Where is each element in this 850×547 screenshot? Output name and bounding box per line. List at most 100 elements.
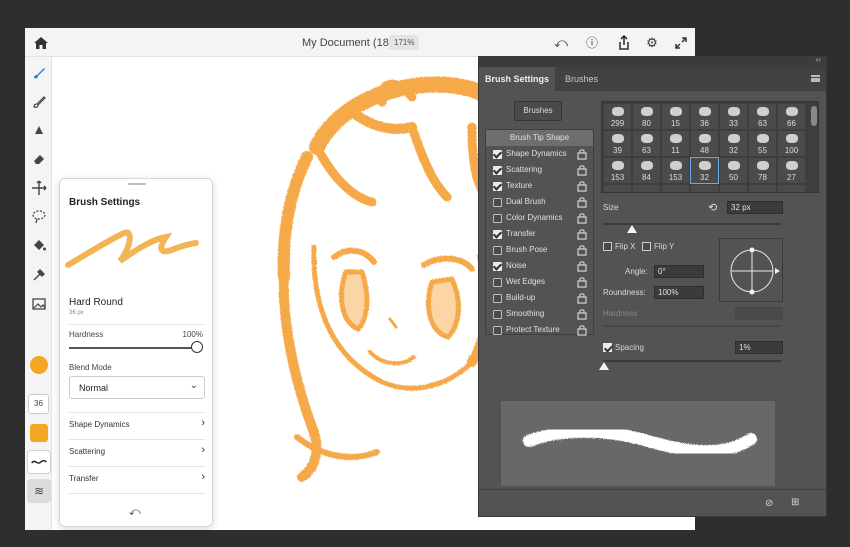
flip-x-checkbox[interactable] [603, 242, 612, 251]
fill-tool[interactable] [29, 236, 49, 256]
size-field[interactable]: 32 px [727, 201, 783, 214]
brush-preview-button[interactable] [27, 450, 51, 474]
lock-icon[interactable] [577, 164, 587, 176]
brush-tip[interactable]: 50 [720, 158, 747, 183]
gear-icon[interactable]: ⚙ [643, 34, 661, 52]
list-item-shape-dynamics[interactable]: Shape Dynamics [486, 146, 593, 162]
option-checkbox[interactable] [493, 198, 502, 207]
brush-tip[interactable]: 32 [690, 157, 719, 184]
list-item-brush-tip-shape[interactable]: Brush Tip Shape [486, 130, 593, 146]
brush-tip[interactable] [691, 185, 718, 192]
help-icon[interactable]: ⓘ [583, 34, 601, 52]
lasso-tool[interactable] [29, 207, 49, 227]
list-item-wet-edges[interactable]: Wet Edges [486, 274, 593, 290]
option-checkbox[interactable] [493, 230, 502, 239]
toggle-preview-icon[interactable]: ⊘ [765, 498, 773, 509]
hardness-slider-track[interactable] [69, 347, 195, 349]
spacing-slider-handle[interactable] [599, 362, 609, 370]
eyedropper-tool[interactable] [29, 265, 49, 285]
option-checkbox[interactable] [493, 166, 502, 175]
list-item-color-dynamics[interactable]: Color Dynamics [486, 210, 593, 226]
roundness-field[interactable]: 100% [654, 286, 704, 299]
popover-drag-handle[interactable] [128, 183, 146, 185]
brush-tip[interactable]: 33 [720, 104, 747, 129]
section-shape-dynamics[interactable]: Shape Dynamics › [69, 416, 205, 436]
option-checkbox[interactable] [493, 278, 502, 287]
vector-brush-tool[interactable] [29, 120, 49, 140]
home-icon[interactable] [33, 35, 49, 51]
spacing-slider-track[interactable] [603, 360, 781, 362]
share-icon[interactable] [615, 34, 633, 52]
list-item-smoothing[interactable]: Smoothing [486, 306, 593, 322]
blend-mode-select[interactable]: Normal ⌄ [69, 376, 205, 399]
color-swatch[interactable] [30, 356, 48, 374]
brushes-button[interactable]: Brushes [514, 101, 562, 121]
section-scattering[interactable]: Scattering › [69, 443, 205, 463]
option-checkbox[interactable] [493, 310, 502, 319]
zoom-level[interactable]: 171% [389, 35, 420, 50]
section-transfer[interactable]: Transfer › [69, 470, 205, 490]
brush-size-box[interactable]: 36 [28, 394, 49, 414]
brush-tip[interactable] [662, 185, 689, 192]
list-item-transfer[interactable]: Transfer [486, 226, 593, 242]
option-checkbox[interactable] [493, 326, 502, 335]
image-tool[interactable] [29, 294, 49, 314]
live-brush-tool[interactable] [29, 92, 49, 112]
option-checkbox[interactable] [493, 182, 502, 191]
option-checkbox[interactable] [493, 150, 502, 159]
brush-tip[interactable]: 55 [749, 131, 776, 156]
reset-icon[interactable]: ⤺ [129, 506, 141, 519]
brush-tip[interactable]: 32 [720, 131, 747, 156]
new-brush-icon[interactable]: ⊞ [791, 497, 799, 508]
brush-tip[interactable]: 48 [691, 131, 718, 156]
tab-brush-settings[interactable]: Brush Settings [479, 67, 556, 91]
lock-icon[interactable] [577, 212, 587, 224]
brush-tip[interactable]: 84 [633, 158, 660, 183]
angle-roundness-widget[interactable] [719, 238, 783, 302]
collapse-icon[interactable]: ‹‹ [816, 55, 821, 64]
tab-brushes[interactable]: Brushes [559, 67, 604, 91]
lock-icon[interactable] [577, 180, 587, 192]
brush-tip[interactable] [749, 185, 776, 192]
brush-tip[interactable] [778, 185, 805, 192]
brush-tip[interactable]: 153 [662, 158, 689, 183]
lock-icon[interactable] [577, 244, 587, 256]
panel-menu-icon[interactable] [811, 75, 820, 82]
brush-tip[interactable]: 66 [778, 104, 805, 129]
pixel-brush-tool[interactable] [29, 63, 49, 83]
brush-tip[interactable] [633, 185, 660, 192]
brush-tip[interactable]: 39 [604, 131, 631, 156]
lock-icon[interactable] [577, 228, 587, 240]
list-item-texture[interactable]: Texture [486, 178, 593, 194]
current-color-square[interactable] [30, 424, 48, 442]
brush-tip[interactable]: 80 [633, 104, 660, 129]
brush-tip[interactable] [604, 185, 631, 192]
lock-icon[interactable] [577, 324, 587, 336]
list-item-scattering[interactable]: Scattering [486, 162, 593, 178]
list-item-build-up[interactable]: Build-up [486, 290, 593, 306]
lock-icon[interactable] [577, 196, 587, 208]
brush-tip[interactable]: 299 [604, 104, 631, 129]
brush-tip[interactable]: 27 [778, 158, 805, 183]
size-slider-handle[interactable] [627, 225, 637, 233]
option-checkbox[interactable] [493, 246, 502, 255]
list-item-noise[interactable]: Noise [486, 258, 593, 274]
brush-tip[interactable]: 15 [662, 104, 689, 129]
list-item-dual-brush[interactable]: Dual Brush [486, 194, 593, 210]
flip-y-checkbox[interactable] [642, 242, 651, 251]
reset-size-icon[interactable]: ⟲ [708, 201, 717, 214]
brush-tip[interactable]: 63 [633, 131, 660, 156]
lock-icon[interactable] [577, 148, 587, 160]
option-checkbox[interactable] [493, 262, 502, 271]
undo-icon[interactable]: ⤺ [552, 34, 570, 52]
lock-icon[interactable] [577, 308, 587, 320]
lock-icon[interactable] [577, 276, 587, 288]
brush-tip[interactable]: 36 [691, 104, 718, 129]
brush-tip[interactable]: 78 [749, 158, 776, 183]
brush-tip[interactable]: 153 [604, 158, 631, 183]
option-checkbox[interactable] [493, 294, 502, 303]
document-title[interactable]: My Document (18) [302, 37, 392, 49]
tip-grid-scrollbar[interactable] [811, 106, 817, 126]
list-item-brush-pose[interactable]: Brush Pose [486, 242, 593, 258]
brush-tip[interactable]: 100 [778, 131, 805, 156]
